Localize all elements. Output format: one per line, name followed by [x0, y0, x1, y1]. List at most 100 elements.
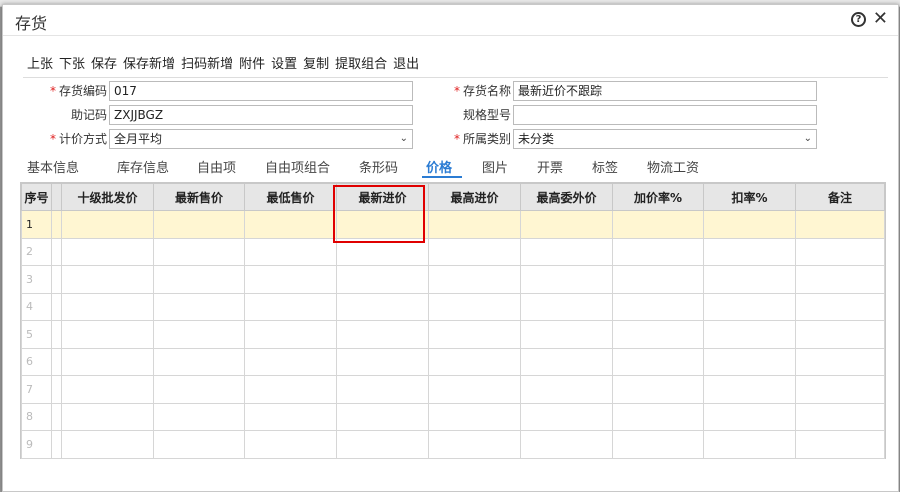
- tab-free-items[interactable]: 自由项: [197, 157, 236, 176]
- grid-cell[interactable]: [428, 292, 521, 321]
- header-discount-rate[interactable]: 扣率%: [703, 183, 796, 211]
- pricing-select[interactable]: 全月平均 ⌄: [109, 129, 413, 149]
- spec-field[interactable]: [513, 105, 817, 125]
- table-row[interactable]: 1: [21, 210, 885, 239]
- grid-cell[interactable]: [520, 237, 613, 266]
- grid-cell[interactable]: [612, 347, 704, 376]
- grid-cell[interactable]: [244, 430, 337, 459]
- header-highest-outsource-price[interactable]: 最高委外价: [520, 183, 613, 211]
- header-wholesale-price[interactable]: 十级批发价: [61, 183, 154, 211]
- grid-cell[interactable]: [61, 265, 154, 294]
- grid-cell[interactable]: [428, 237, 521, 266]
- exit-button[interactable]: 退出: [393, 53, 419, 73]
- table-row[interactable]: 9: [21, 430, 885, 459]
- code-field[interactable]: 017: [109, 81, 413, 101]
- grid-cell[interactable]: [612, 265, 704, 294]
- grid-cell[interactable]: [61, 210, 154, 239]
- grid-cell[interactable]: [336, 292, 429, 321]
- settings-button[interactable]: 设置: [271, 53, 297, 73]
- grid-cell[interactable]: [520, 320, 613, 349]
- tab-images[interactable]: 图片: [482, 157, 508, 176]
- grid-cell[interactable]: [244, 402, 337, 431]
- grid-cell[interactable]: [795, 237, 885, 266]
- tab-free-item-combo[interactable]: 自由项组合: [265, 157, 330, 176]
- header-remarks[interactable]: 备注: [795, 183, 885, 211]
- grid-cell[interactable]: [703, 320, 796, 349]
- grid-cell[interactable]: [244, 237, 337, 266]
- grid-cell[interactable]: [428, 320, 521, 349]
- table-row[interactable]: 5: [21, 320, 885, 349]
- grid-cell[interactable]: [703, 210, 796, 239]
- grid-cell[interactable]: [336, 375, 429, 404]
- grid-cell[interactable]: [244, 292, 337, 321]
- grid-cell[interactable]: [795, 320, 885, 349]
- grid-cell[interactable]: [612, 320, 704, 349]
- grid-cell[interactable]: [428, 265, 521, 294]
- grid-cell[interactable]: [244, 265, 337, 294]
- grid-cell[interactable]: [153, 292, 245, 321]
- grid-cell[interactable]: [520, 210, 613, 239]
- grid-cell[interactable]: [703, 292, 796, 321]
- grid-cell[interactable]: [703, 375, 796, 404]
- grid-cell[interactable]: [520, 402, 613, 431]
- table-row[interactable]: 4: [21, 292, 885, 321]
- extract-combo-button[interactable]: 提取组合: [335, 53, 387, 73]
- grid-cell[interactable]: [795, 430, 885, 459]
- grid-cell[interactable]: [61, 375, 154, 404]
- grid-cell[interactable]: [428, 375, 521, 404]
- tab-price[interactable]: 价格: [426, 157, 452, 176]
- grid-cell[interactable]: [703, 430, 796, 459]
- mnemonic-field[interactable]: ZXJJBGZ: [109, 105, 413, 125]
- grid-cell[interactable]: [244, 320, 337, 349]
- table-row[interactable]: 3: [21, 265, 885, 294]
- grid-cell[interactable]: [336, 430, 429, 459]
- grid-cell[interactable]: [520, 265, 613, 294]
- name-field[interactable]: 最新近价不跟踪: [513, 81, 817, 101]
- grid-cell[interactable]: [153, 320, 245, 349]
- grid-cell[interactable]: [795, 402, 885, 431]
- category-select[interactable]: 未分类 ⌄: [513, 129, 817, 149]
- grid-cell[interactable]: [244, 375, 337, 404]
- grid-cell[interactable]: [428, 402, 521, 431]
- grid-cell[interactable]: [520, 375, 613, 404]
- tab-invoice[interactable]: 开票: [537, 157, 563, 176]
- grid-cell[interactable]: [703, 402, 796, 431]
- grid-cell[interactable]: [612, 210, 704, 239]
- grid-cell[interactable]: [153, 210, 245, 239]
- grid-cell[interactable]: [153, 347, 245, 376]
- grid-cell[interactable]: [61, 402, 154, 431]
- table-row[interactable]: 7: [21, 375, 885, 404]
- grid-cell[interactable]: [336, 402, 429, 431]
- grid-cell[interactable]: [153, 237, 245, 266]
- grid-cell[interactable]: [153, 375, 245, 404]
- table-row[interactable]: 6: [21, 347, 885, 376]
- tab-basic-info[interactable]: 基本信息: [27, 157, 79, 176]
- grid-cell[interactable]: [336, 347, 429, 376]
- tab-logistics-wages[interactable]: 物流工资: [647, 157, 699, 176]
- grid-cell[interactable]: [795, 347, 885, 376]
- save-and-new-button[interactable]: 保存新增: [123, 53, 175, 73]
- grid-cell[interactable]: [703, 265, 796, 294]
- grid-cell[interactable]: [244, 210, 337, 239]
- help-icon[interactable]: ?: [851, 12, 866, 27]
- table-row[interactable]: 2: [21, 237, 885, 266]
- grid-cell[interactable]: [703, 237, 796, 266]
- prev-record-button[interactable]: 上张: [27, 53, 53, 73]
- grid-cell[interactable]: [61, 237, 154, 266]
- grid-cell[interactable]: [428, 430, 521, 459]
- grid-cell[interactable]: [336, 265, 429, 294]
- grid-cell[interactable]: [612, 402, 704, 431]
- grid-cell[interactable]: [520, 347, 613, 376]
- attachment-button[interactable]: 附件: [239, 53, 265, 73]
- grid-cell[interactable]: [61, 430, 154, 459]
- save-button[interactable]: 保存: [91, 53, 117, 73]
- grid-cell[interactable]: [428, 210, 521, 239]
- grid-cell[interactable]: [795, 265, 885, 294]
- copy-button[interactable]: 复制: [303, 53, 329, 73]
- grid-cell[interactable]: [795, 375, 885, 404]
- header-markup-rate[interactable]: 加价率%: [612, 183, 704, 211]
- grid-cell[interactable]: [795, 292, 885, 321]
- close-icon[interactable]: ✕: [873, 9, 888, 29]
- next-record-button[interactable]: 下张: [59, 53, 85, 73]
- grid-cell[interactable]: [61, 320, 154, 349]
